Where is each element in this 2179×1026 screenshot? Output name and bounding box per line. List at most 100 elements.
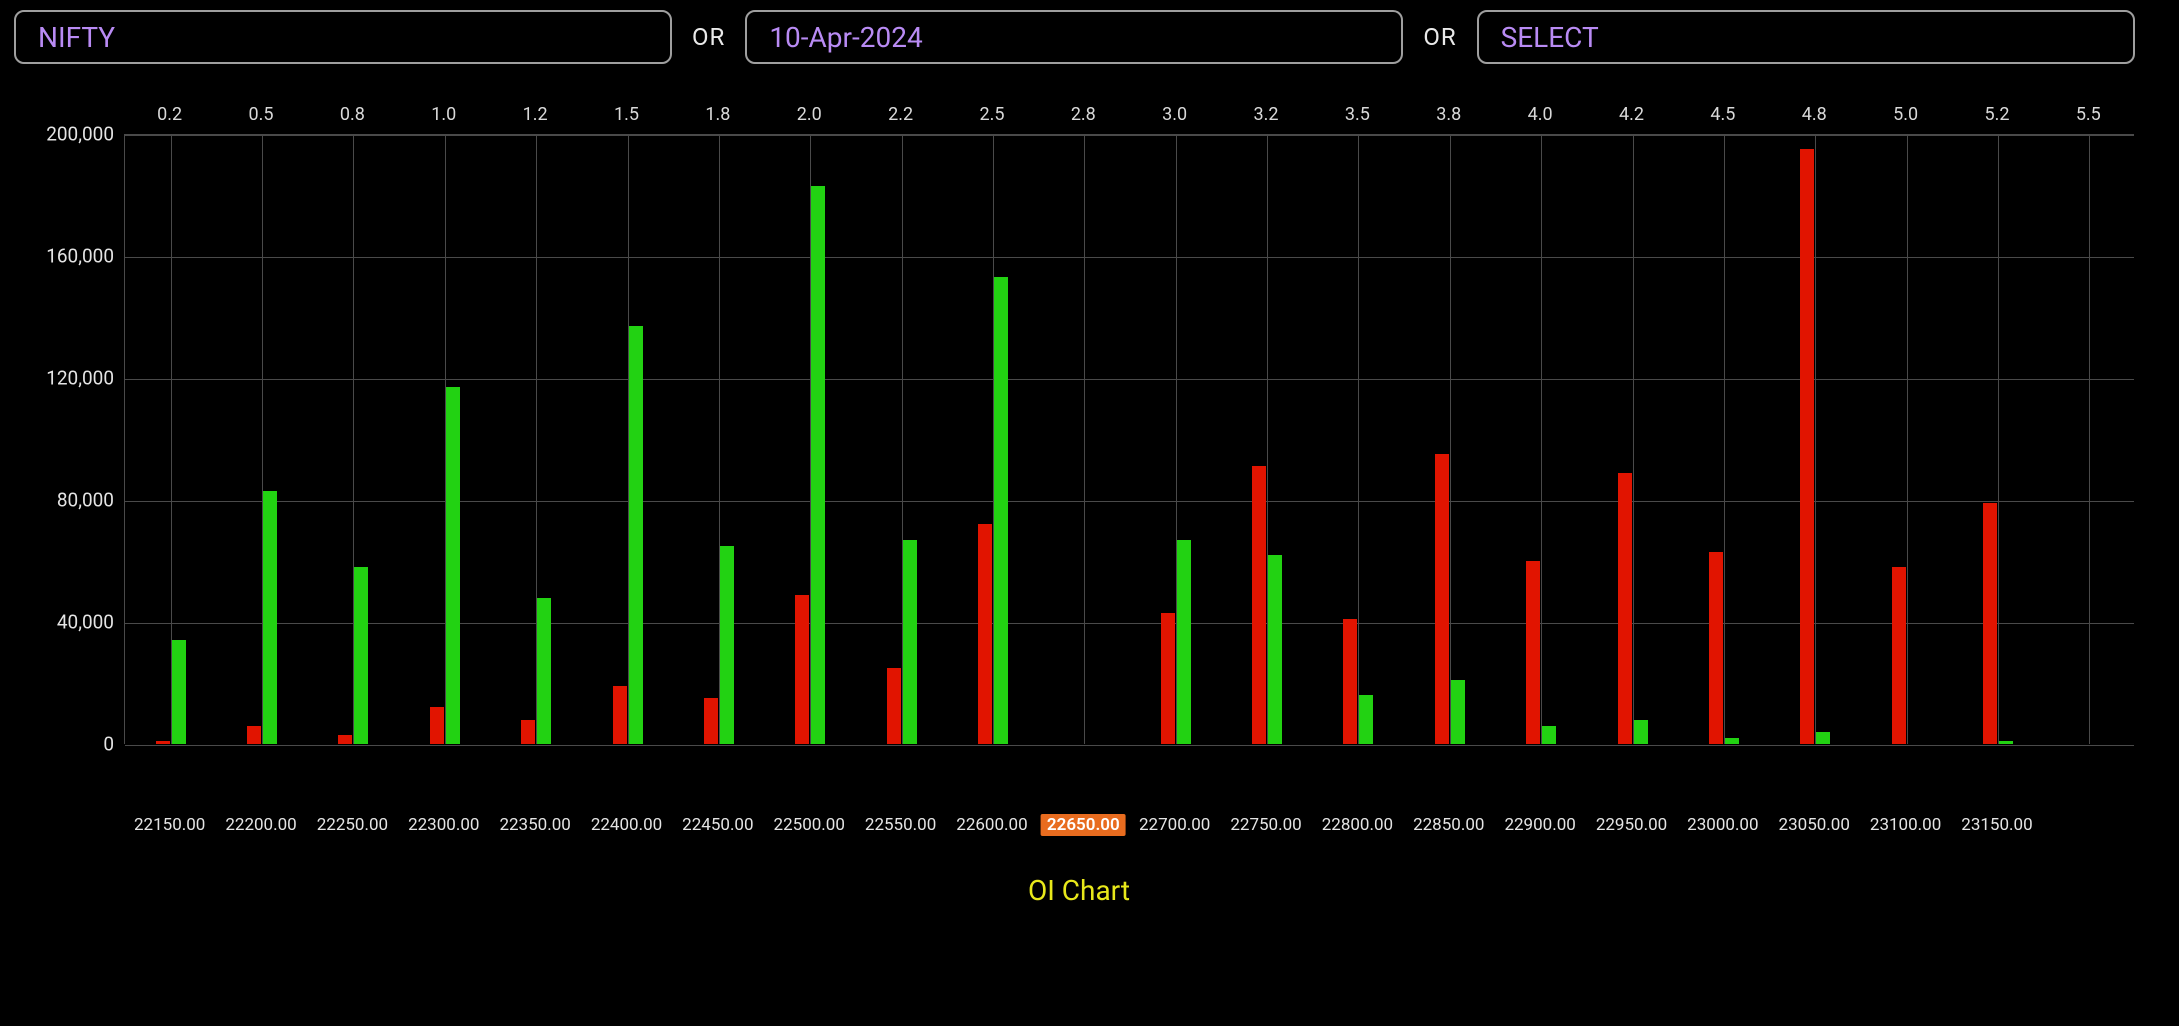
- bar-put: [811, 186, 825, 744]
- bar-call: [704, 698, 718, 744]
- chart-top-label: 4.8: [1802, 104, 1827, 125]
- chart-hgrid: [125, 379, 2134, 380]
- bar-put: [994, 277, 1008, 744]
- chart-top-label: 3.8: [1436, 104, 1461, 125]
- chart-plot-area: [124, 134, 2134, 744]
- chart-vgrid: [2089, 135, 2090, 744]
- bar-put: [720, 546, 734, 744]
- x-label: 22900.00: [1498, 814, 1581, 836]
- bar-call: [247, 726, 261, 744]
- x-label: 22950.00: [1590, 814, 1673, 836]
- chart-y-label: 40,000: [19, 611, 114, 634]
- chart-top-label: 1.8: [705, 104, 730, 125]
- chart-top-label: 5.5: [2076, 104, 2101, 125]
- bar-put: [1359, 695, 1373, 744]
- bar-put: [1542, 726, 1556, 744]
- oi-chart: 22150.0022200.0022250.0022300.0022350.00…: [14, 84, 2144, 914]
- extra-select[interactable]: SELECT: [1477, 10, 2135, 64]
- bar-call: [1343, 619, 1357, 744]
- x-label-highlight: 22650.00: [1041, 814, 1126, 836]
- chart-top-label: 0.5: [249, 104, 274, 125]
- chart-x-labels: 22150.0022200.0022250.0022300.0022350.00…: [124, 814, 2134, 844]
- chart-top-label: 5.2: [1984, 104, 2009, 125]
- chart-y-label: 200,000: [19, 123, 114, 146]
- bar-put: [446, 387, 460, 744]
- chart-y-label: 160,000: [19, 245, 114, 268]
- bar-put: [903, 540, 917, 744]
- x-label: 22150.00: [128, 814, 211, 836]
- x-label: 23000.00: [1681, 814, 1764, 836]
- bar-call: [795, 595, 809, 744]
- chart-vgrid: [1815, 135, 1816, 744]
- chart-top-label: 5.0: [1893, 104, 1918, 125]
- chart-top-label: 3.2: [1254, 104, 1279, 125]
- bar-call: [338, 735, 352, 744]
- bar-put: [1999, 741, 2013, 744]
- chart-top-label: 1.5: [614, 104, 639, 125]
- or-label-2: OR: [1423, 23, 1456, 51]
- x-label: 22550.00: [859, 814, 942, 836]
- bar-put: [1816, 732, 1830, 744]
- bar-put: [1268, 555, 1282, 744]
- x-label: 23150.00: [1955, 814, 2038, 836]
- bar-call: [1892, 567, 1906, 744]
- chart-hgrid: [125, 745, 2134, 746]
- chart-top-label: 2.8: [1071, 104, 1096, 125]
- bar-call: [521, 720, 535, 744]
- chart-y-label: 120,000: [19, 367, 114, 390]
- bar-put: [537, 598, 551, 744]
- or-label-1: OR: [692, 23, 725, 51]
- chart-hgrid: [125, 623, 2134, 624]
- bar-call: [1618, 473, 1632, 744]
- expiry-select[interactable]: 10-Apr-2024: [745, 10, 1403, 64]
- x-label: 22800.00: [1316, 814, 1399, 836]
- x-label: 23050.00: [1773, 814, 1856, 836]
- bar-call: [1526, 561, 1540, 744]
- bar-call: [613, 686, 627, 744]
- chart-top-label: 4.5: [1710, 104, 1735, 125]
- chart-y-label: 80,000: [19, 489, 114, 512]
- bar-call: [1800, 149, 1814, 744]
- chart-top-label: 2.2: [888, 104, 913, 125]
- x-label: 22600.00: [950, 814, 1033, 836]
- bar-put: [1725, 738, 1739, 744]
- x-label: 22750.00: [1224, 814, 1307, 836]
- x-label: 22700.00: [1133, 814, 1216, 836]
- x-label: 22500.00: [768, 814, 851, 836]
- x-label: 22300.00: [402, 814, 485, 836]
- chart-top-label: 0.2: [157, 104, 182, 125]
- chart-top-label: 3.5: [1345, 104, 1370, 125]
- chart-vgrid: [1998, 135, 1999, 744]
- x-label: 22450.00: [676, 814, 759, 836]
- chart-vgrid: [1358, 135, 1359, 744]
- symbol-select[interactable]: NIFTY: [14, 10, 672, 64]
- chart-top-label: 0.8: [340, 104, 365, 125]
- chart-top-label: 4.0: [1528, 104, 1553, 125]
- bar-put: [172, 640, 186, 744]
- chart-top-label: 1.0: [431, 104, 456, 125]
- selector-row: NIFTY OR 10-Apr-2024 OR SELECT: [14, 10, 2165, 64]
- bar-call: [887, 668, 901, 744]
- bar-call: [156, 741, 170, 744]
- bar-call: [1435, 454, 1449, 744]
- chart-top-label: 3.0: [1162, 104, 1187, 125]
- x-label: 22250.00: [311, 814, 394, 836]
- chart-title: OI Chart: [14, 874, 2144, 907]
- chart-y-label: 0: [19, 733, 114, 756]
- chart-top-label: 1.2: [523, 104, 548, 125]
- chart-top-label: 2.5: [979, 104, 1004, 125]
- bar-put: [263, 491, 277, 744]
- x-label: 22850.00: [1407, 814, 1490, 836]
- x-label: 22350.00: [493, 814, 576, 836]
- chart-top-label: 4.2: [1619, 104, 1644, 125]
- chart-vgrid: [1541, 135, 1542, 744]
- chart-vgrid: [1633, 135, 1634, 744]
- bar-call: [1161, 613, 1175, 744]
- chart-vgrid: [1084, 135, 1085, 744]
- chart-vgrid: [1450, 135, 1451, 744]
- bar-call: [1983, 503, 1997, 744]
- bar-put: [354, 567, 368, 744]
- bar-call: [1252, 466, 1266, 744]
- chart-top-label: 2.0: [797, 104, 822, 125]
- chart-vgrid: [1724, 135, 1725, 744]
